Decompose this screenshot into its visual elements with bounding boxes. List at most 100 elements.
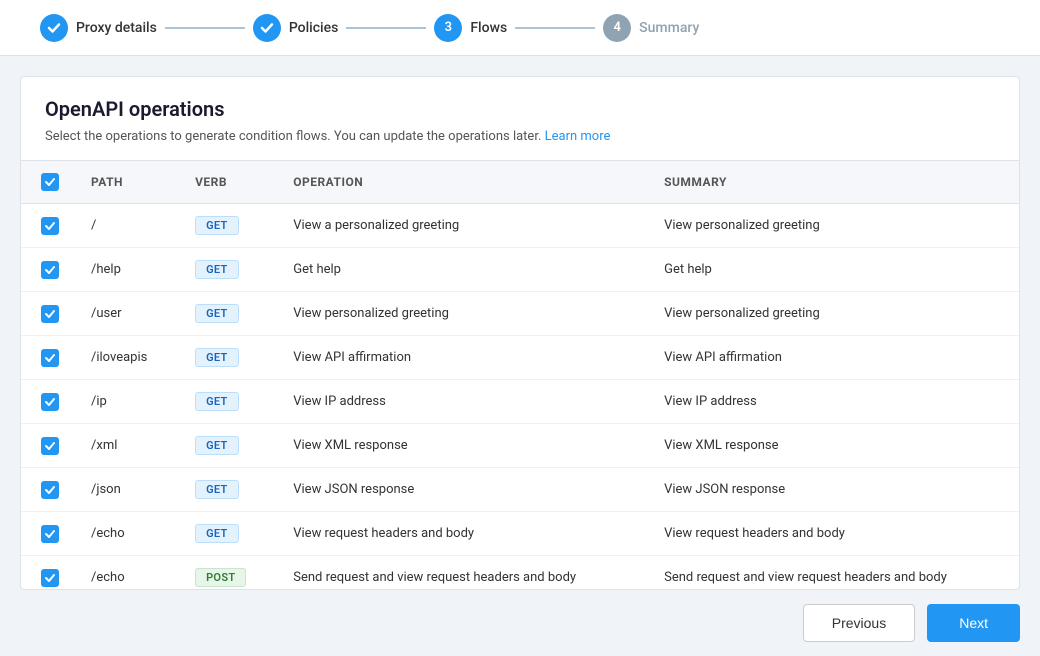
learn-more-link[interactable]: Learn more xyxy=(545,129,611,144)
verb-badge-get: GET xyxy=(195,480,238,499)
row-path: / xyxy=(75,204,179,248)
verb-badge-get: GET xyxy=(195,348,238,367)
row-checkbox-cell xyxy=(21,468,75,512)
row-path: /ip xyxy=(75,380,179,424)
row-verb: GET xyxy=(179,248,277,292)
table-row: /ip GET View IP addressView IP address xyxy=(21,380,1019,424)
table-header: PATH VERB OPERATION SUMMARY xyxy=(21,161,1019,204)
table-row: /echoPOSTSend request and view request h… xyxy=(21,556,1019,590)
row-checkbox-cell xyxy=(21,380,75,424)
row-verb: GET xyxy=(179,424,277,468)
row-checkbox[interactable] xyxy=(41,393,59,411)
row-operation: View JSON response xyxy=(277,468,648,512)
table-row: /userGETView personalized greetingView p… xyxy=(21,292,1019,336)
operations-table: PATH VERB OPERATION SUMMARY / GET View a p… xyxy=(21,161,1019,589)
row-verb: GET xyxy=(179,292,277,336)
page-title: OpenAPI operations xyxy=(45,97,995,121)
step-label-policies: Policies xyxy=(289,20,339,36)
row-checkbox-cell xyxy=(21,424,75,468)
row-operation: Send request and view request headers an… xyxy=(277,556,648,590)
row-verb: POST xyxy=(179,556,277,590)
card-header: OpenAPI operations Select the operations… xyxy=(21,77,1019,160)
row-checkbox-cell xyxy=(21,292,75,336)
step-proxy-details: Proxy details xyxy=(40,14,157,42)
row-checkbox[interactable] xyxy=(41,481,59,499)
row-summary: View JSON response xyxy=(648,468,1019,512)
row-path: /echo xyxy=(75,556,179,590)
row-checkbox[interactable] xyxy=(41,525,59,543)
previous-button[interactable]: Previous xyxy=(803,604,915,642)
row-checkbox-cell xyxy=(21,336,75,380)
header-checkbox-col xyxy=(21,161,75,204)
step-icon-proxy-details xyxy=(40,14,68,42)
step-policies: Policies xyxy=(253,14,339,42)
header-verb: VERB xyxy=(179,161,277,204)
table-row: / GET View a personalized greetingView per… xyxy=(21,204,1019,248)
row-checkbox[interactable] xyxy=(41,261,59,279)
row-operation: View a personalized greeting xyxy=(277,204,648,248)
row-checkbox[interactable] xyxy=(41,305,59,323)
table-row: /xml GET View XML responseView XML respons… xyxy=(21,424,1019,468)
footer: Previous Next xyxy=(0,590,1040,656)
row-operation: Get help xyxy=(277,248,648,292)
row-path: /json xyxy=(75,468,179,512)
step-connector xyxy=(165,27,245,29)
header-operation: OPERATION xyxy=(277,161,648,204)
row-verb: GET xyxy=(179,468,277,512)
table-body: /GETView a personalized greetingView per… xyxy=(21,204,1019,590)
row-path: /iloveapis xyxy=(75,336,179,380)
row-summary: View personalized greeting xyxy=(648,204,1019,248)
verb-badge-get: GET xyxy=(195,524,238,543)
row-operation: View XML response xyxy=(277,424,648,468)
step-connector xyxy=(515,27,595,29)
row-path: /echo xyxy=(75,512,179,556)
header-path: PATH xyxy=(75,161,179,204)
row-path: /help xyxy=(75,248,179,292)
row-checkbox[interactable] xyxy=(41,217,59,235)
row-checkbox-cell xyxy=(21,248,75,292)
row-operation: View request headers and body xyxy=(277,512,648,556)
table-wrapper: PATH VERB OPERATION SUMMARY / GET View a p… xyxy=(21,160,1019,589)
select-all-checkbox[interactable] xyxy=(41,173,59,191)
verb-badge-get: GET xyxy=(195,436,238,455)
step-label-flows: Flows xyxy=(470,20,507,36)
verb-badge-get: GET xyxy=(195,260,238,279)
row-summary: View API affirmation xyxy=(648,336,1019,380)
row-verb: GET xyxy=(179,380,277,424)
verb-badge-get: GET xyxy=(195,304,238,323)
row-verb: GET xyxy=(179,336,277,380)
step-icon-summary: 4 xyxy=(603,14,631,42)
verb-badge-get: GET xyxy=(195,392,238,411)
row-checkbox[interactable] xyxy=(41,437,59,455)
row-summary: Send request and view request headers an… xyxy=(648,556,1019,590)
row-summary: View request headers and body xyxy=(648,512,1019,556)
step-label-summary: Summary xyxy=(639,20,699,36)
row-checkbox-cell xyxy=(21,204,75,248)
step-label-proxy-details: Proxy details xyxy=(76,20,157,36)
step-icon-policies xyxy=(253,14,281,42)
table-row: /echo GET View request headers and bodyVie… xyxy=(21,512,1019,556)
row-operation: View IP address xyxy=(277,380,648,424)
row-path: /xml xyxy=(75,424,179,468)
row-checkbox-cell xyxy=(21,512,75,556)
step-icon-flows: 3 xyxy=(434,14,462,42)
step-connector xyxy=(346,27,426,29)
table-row: /helpGETGet helpGet help xyxy=(21,248,1019,292)
verb-badge-get: GET xyxy=(195,216,238,235)
next-button[interactable]: Next xyxy=(927,604,1020,642)
page-description: Select the operations to generate condit… xyxy=(45,129,995,144)
row-checkbox[interactable] xyxy=(41,349,59,367)
row-operation: View API affirmation xyxy=(277,336,648,380)
table-row: /json GET View JSON responseView JSON resp… xyxy=(21,468,1019,512)
header-summary: SUMMARY xyxy=(648,161,1019,204)
row-summary: View personalized greeting xyxy=(648,292,1019,336)
stepper: Proxy details Policies 3 Flows 4 Summary xyxy=(0,0,1040,56)
main-content: OpenAPI operations Select the operations… xyxy=(0,56,1040,590)
row-checkbox-cell xyxy=(21,556,75,590)
row-summary: View XML response xyxy=(648,424,1019,468)
description-text: Select the operations to generate condit… xyxy=(45,129,541,144)
row-verb: GET xyxy=(179,512,277,556)
row-summary: View IP address xyxy=(648,380,1019,424)
row-operation: View personalized greeting xyxy=(277,292,648,336)
row-checkbox[interactable] xyxy=(41,569,59,587)
